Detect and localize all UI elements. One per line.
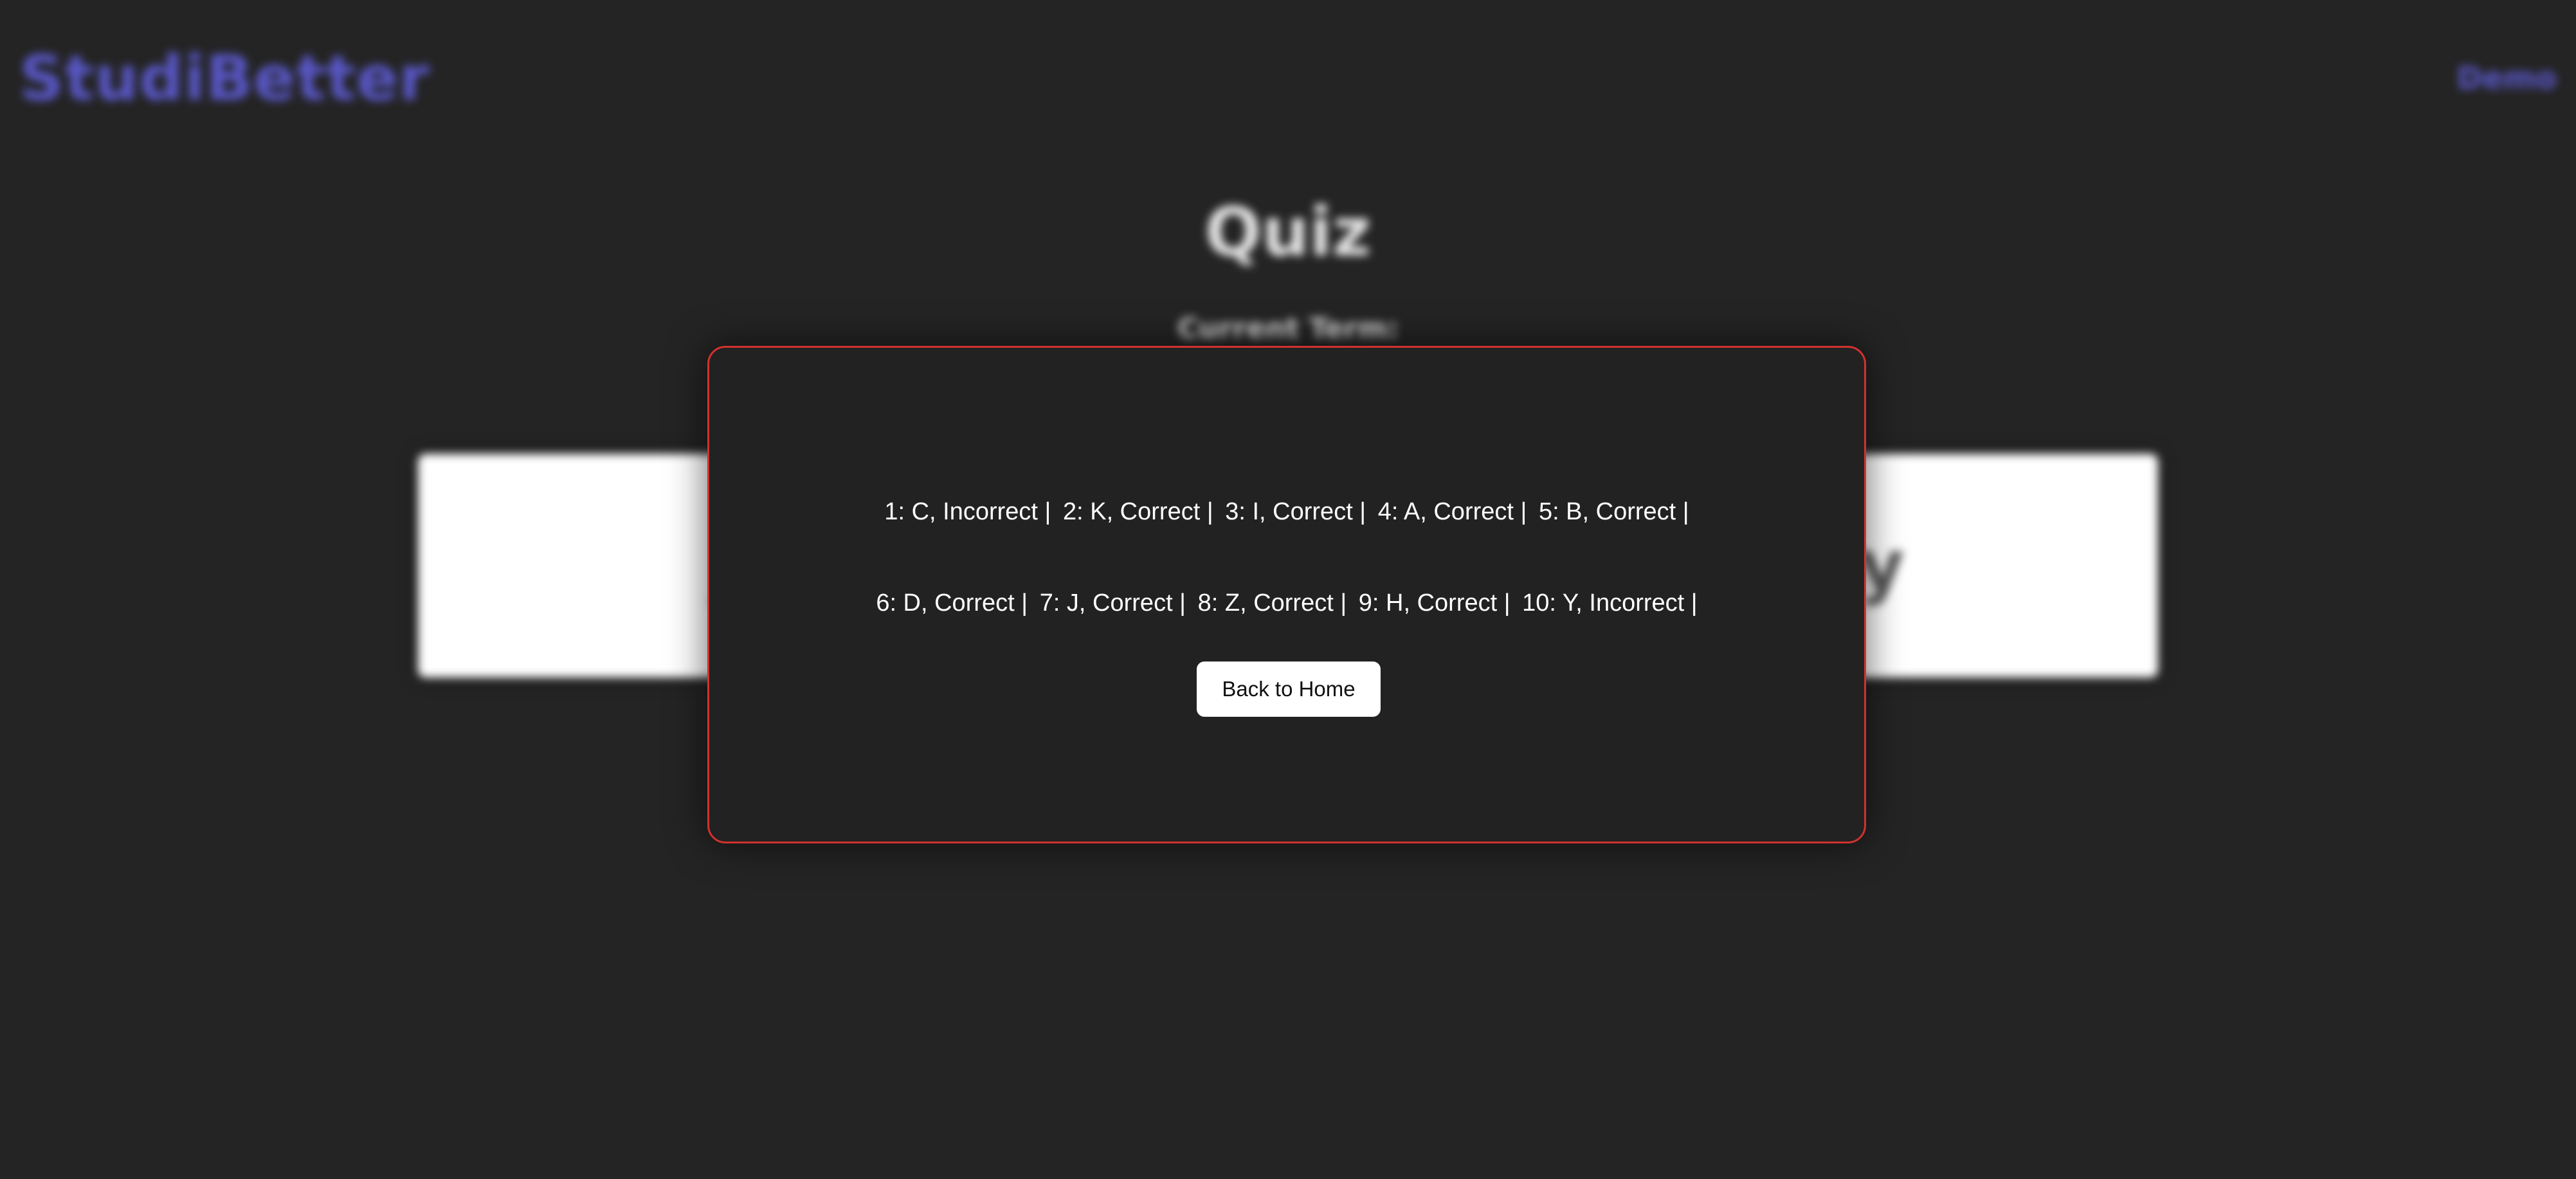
result-item: 6: D, Correct |: [876, 590, 1028, 616]
result-item: 5: B, Correct |: [1538, 498, 1689, 525]
results-row-1: 1: C, Incorrect | 2: K, Correct | 3: I, …: [709, 498, 1864, 526]
result-item: 9: H, Correct |: [1358, 590, 1510, 616]
result-item: 10: Y, Incorrect |: [1522, 590, 1698, 616]
result-item: 8: Z, Correct |: [1197, 590, 1347, 616]
page-title: Quiz: [1204, 193, 1372, 271]
result-item: 3: I, Correct |: [1225, 498, 1366, 525]
result-item: 7: J, Correct |: [1039, 590, 1186, 616]
result-item: 2: K, Correct |: [1062, 498, 1213, 525]
nav-demo-link[interactable]: Demo: [2457, 60, 2557, 96]
back-to-home-button[interactable]: Back to Home: [1197, 662, 1381, 717]
brand-logo[interactable]: StudiBetter: [19, 42, 430, 114]
results-row-2: 6: D, Correct | 7: J, Correct | 8: Z, Co…: [709, 590, 1864, 617]
page: StudiBetter Demo Quiz Current Term: j y …: [0, 0, 2576, 1179]
current-term-label: Current Term:: [1177, 312, 1399, 345]
result-item: 1: C, Incorrect |: [884, 498, 1051, 525]
results-modal: 1: C, Incorrect | 2: K, Correct | 3: I, …: [707, 346, 1866, 843]
result-item: 4: A, Correct |: [1377, 498, 1527, 525]
